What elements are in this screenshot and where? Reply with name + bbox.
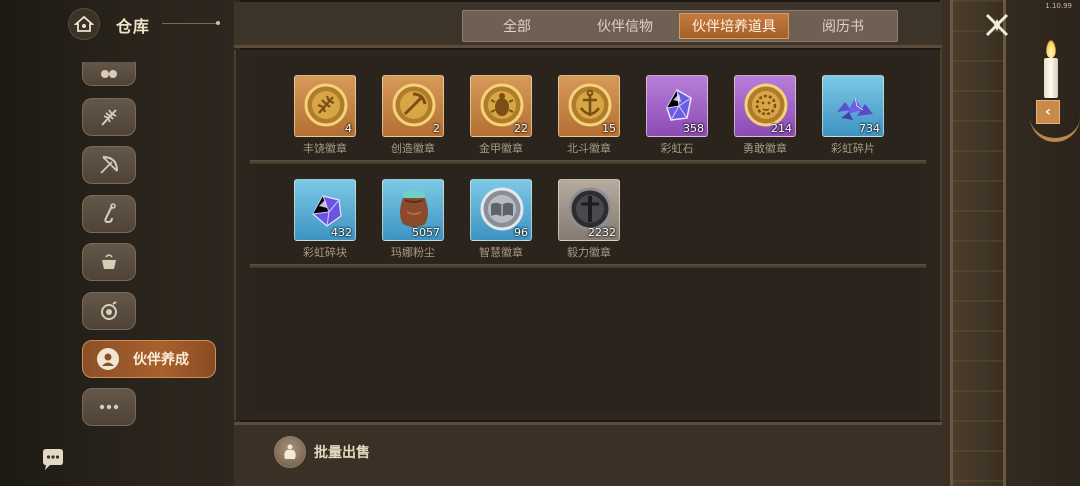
item-slot[interactable]: 15 北斗徽章 (558, 75, 620, 156)
item-count: 96 (514, 226, 528, 239)
bean-icon (101, 69, 117, 78)
shelf-divider (250, 264, 926, 268)
item-slot[interactable]: 96 智慧徽章 (470, 179, 532, 260)
page-title: 仓库 (116, 17, 151, 36)
category-tabs: 全部 伙伴信物 伙伴培养道具 阅历书 (462, 10, 898, 42)
batch-sell-button[interactable]: 批量出售 (274, 436, 370, 468)
sidebar-item-more[interactable] (82, 388, 136, 426)
tab-all[interactable]: 全部 (463, 11, 571, 41)
sidebar-item-label: 伙伴养成 (133, 352, 189, 368)
wheat-badge-icon (304, 83, 348, 127)
item-name: 智慧徽章 (479, 246, 523, 259)
tab-experience-books[interactable]: 阅历书 (789, 11, 897, 41)
item-count: 5057 (412, 226, 440, 239)
item-name: 丰饶徽章 (303, 142, 347, 155)
item-count: 15 (602, 122, 616, 135)
item-slot[interactable]: 22 金甲徽章 (470, 75, 532, 156)
tab-partner-training-items[interactable]: 伙伴培养道具 (679, 13, 789, 39)
candle (1044, 58, 1058, 98)
decorative-frame (950, 0, 1006, 486)
partner-avatar-icon (97, 348, 119, 370)
item-count: 432 (331, 226, 352, 239)
potion-icon (101, 301, 117, 320)
sidebar-item-cooking[interactable] (82, 243, 136, 281)
candle-flame (1046, 40, 1056, 58)
bow-icon (100, 156, 118, 174)
item-slot[interactable]: 734 彩虹碎片 (822, 75, 884, 156)
title-divider (162, 23, 218, 24)
item-slot[interactable]: 5057 玛娜粉尘 (382, 179, 444, 260)
item-slot[interactable]: 2 创造徽章 (382, 75, 444, 156)
version-label: 1.10.99 (1045, 2, 1072, 10)
sidebar-item-fishing[interactable] (82, 195, 136, 233)
home-icon[interactable] (68, 8, 100, 40)
item-count: 214 (771, 122, 792, 135)
pickaxe-badge-icon (392, 83, 436, 127)
item-slot[interactable]: 214 勇敢徽章 (734, 75, 796, 156)
item-count: 4 (345, 122, 352, 135)
cooking-pot-icon (102, 254, 116, 269)
item-slot[interactable]: 432 彩虹碎块 (294, 179, 356, 260)
collapse-arrow-icon[interactable]: ‹ (1036, 100, 1060, 124)
wheat-icon (101, 109, 117, 126)
sack-icon (274, 436, 306, 468)
sidebar-item-hunting[interactable] (82, 146, 136, 184)
item-count: 734 (859, 122, 880, 135)
item-count: 358 (683, 122, 704, 135)
shelf-divider (250, 160, 926, 164)
item-count: 2232 (588, 226, 616, 239)
item-name: 金甲徽章 (479, 142, 523, 155)
anchor-icon (104, 203, 116, 224)
item-count: 22 (514, 122, 528, 135)
item-name: 北斗徽章 (567, 142, 611, 155)
item-name: 彩虹碎片 (831, 142, 875, 155)
item-count: 2 (433, 122, 440, 135)
item-slot[interactable]: 358 彩虹石 (646, 75, 708, 156)
chat-icon[interactable] (40, 447, 66, 473)
item-name: 毅力徽章 (567, 246, 611, 259)
item-name: 玛娜粉尘 (391, 246, 435, 259)
sidebar-item-beans[interactable] (82, 62, 136, 86)
batch-sell-label: 批量出售 (314, 445, 370, 461)
item-slot[interactable]: 4 丰饶徽章 (294, 75, 356, 156)
sidebar-item-partner-training[interactable]: 伙伴养成 (82, 340, 216, 378)
item-name: 创造徽章 (391, 142, 435, 155)
more-icon (99, 404, 119, 410)
item-name: 彩虹石 (660, 142, 694, 155)
tab-partner-tokens[interactable]: 伙伴信物 (571, 11, 679, 41)
sidebar-item-farming[interactable] (82, 98, 136, 136)
item-name: 勇敢徽章 (743, 142, 787, 155)
sidebar-item-potion[interactable] (82, 292, 136, 330)
close-icon[interactable] (982, 10, 1012, 40)
title-dot (216, 21, 220, 25)
item-name: 彩虹碎块 (303, 246, 347, 259)
item-slot[interactable]: 2232 毅力徽章 (558, 179, 620, 260)
